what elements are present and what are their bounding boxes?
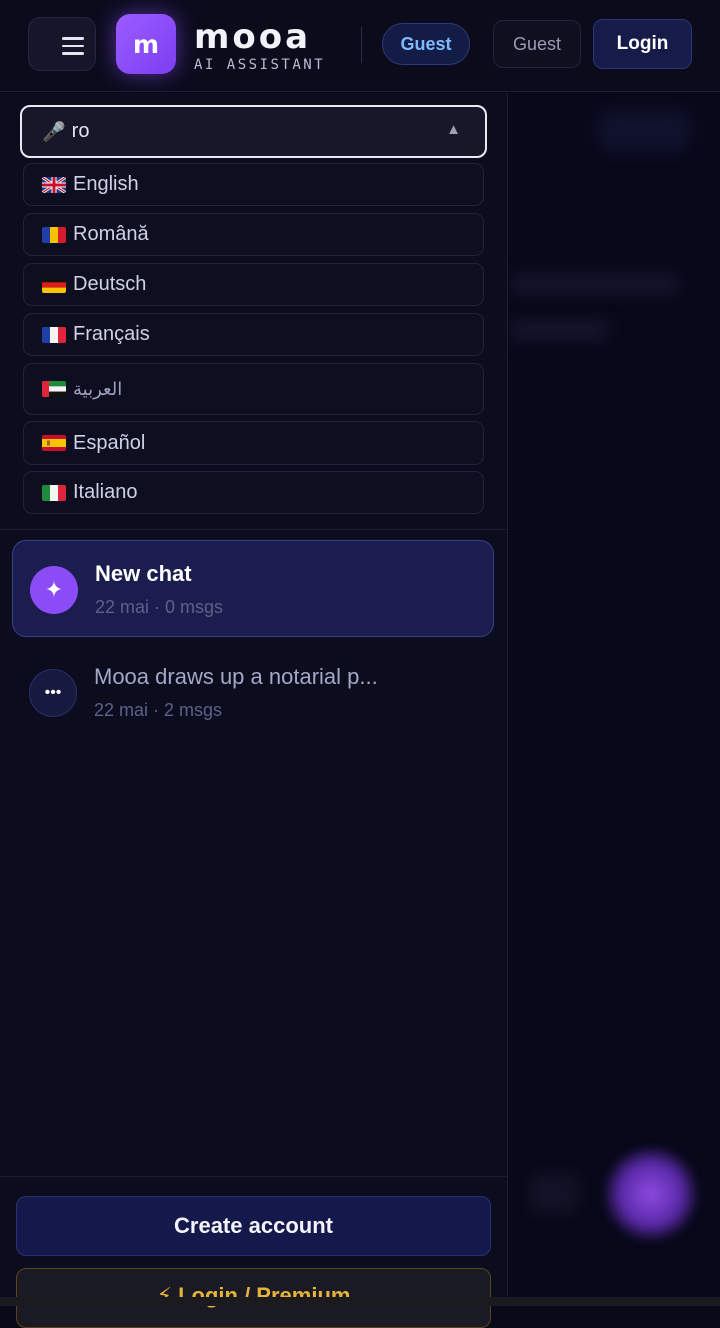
ro-flag-icon xyxy=(42,226,66,243)
language-option-francais[interactable]: Français xyxy=(23,313,484,356)
blurred-text-line xyxy=(509,273,679,295)
logo-letter: m xyxy=(132,29,160,59)
language-option-label: Français xyxy=(73,323,150,345)
uk-flag-icon xyxy=(42,176,66,193)
de-flag-icon xyxy=(42,276,66,293)
it-flag-icon xyxy=(42,484,66,501)
login-button[interactable]: Login xyxy=(593,19,692,69)
sparkle-icon: ✦ xyxy=(30,566,78,614)
app-logo[interactable]: m xyxy=(116,14,176,74)
language-option-deutsch[interactable]: Deutsch xyxy=(23,263,484,306)
chat-item-new-chat[interactable]: ✦ New chat 22 mai · 0 msgs xyxy=(12,540,494,637)
language-option-espanol[interactable]: Español xyxy=(23,421,484,465)
fr-flag-icon xyxy=(42,326,66,343)
brand-name: mooa xyxy=(194,17,312,57)
guest-button[interactable]: Guest xyxy=(493,20,581,68)
chat-title: New chat xyxy=(95,561,192,586)
language-option-label: العربية xyxy=(73,378,123,400)
blurred-element xyxy=(529,1173,579,1213)
hamburger-icon xyxy=(62,37,84,55)
blurred-element xyxy=(599,111,689,151)
language-option-romana[interactable]: Română xyxy=(23,213,484,256)
chat-bubble-icon: ••• xyxy=(29,669,77,717)
language-select-value: ro xyxy=(71,120,90,142)
chat-meta: 22 mai · 2 msgs xyxy=(94,700,223,720)
language-option-label: Español xyxy=(73,431,146,454)
sidebar: 🎤 ro ▲ English Română Deutsch Français ا… xyxy=(0,93,508,1328)
chat-item-notarial[interactable]: ••• Mooa draws up a notarial p... 22 mai… xyxy=(12,644,494,741)
menu-button[interactable] xyxy=(28,17,96,71)
chat-title: Mooa draws up a notarial p... xyxy=(94,664,378,689)
system-bottom-bar xyxy=(0,1297,720,1306)
chevron-up-icon: ▲ xyxy=(446,121,461,138)
chat-meta: 22 mai · 0 msgs xyxy=(95,597,224,617)
main-content-overlay xyxy=(509,93,720,1306)
ae-flag-icon xyxy=(42,381,66,397)
language-option-arabic[interactable]: العربية xyxy=(23,363,484,415)
language-select[interactable]: 🎤 ro ▲ xyxy=(20,105,487,158)
create-account-button[interactable]: Create account xyxy=(16,1196,491,1256)
guest-status-pill: Guest xyxy=(382,23,470,65)
brand-subtitle: AI ASSISTANT xyxy=(194,57,326,73)
sidebar-divider xyxy=(0,529,507,530)
top-header: m mooa AI ASSISTANT Guest Guest Login xyxy=(0,0,720,92)
language-option-label: Italiano xyxy=(73,481,138,503)
language-option-label: Deutsch xyxy=(73,273,147,295)
header-divider xyxy=(361,27,362,63)
sidebar-footer-divider xyxy=(0,1176,507,1177)
assistant-fab-button[interactable] xyxy=(603,1146,699,1242)
language-option-italiano[interactable]: Italiano xyxy=(23,471,484,514)
language-option-label: English xyxy=(73,173,139,195)
language-option-label: Română xyxy=(73,223,149,245)
blurred-text-line xyxy=(509,319,609,341)
language-option-english[interactable]: English xyxy=(23,163,484,206)
es-flag-icon xyxy=(42,435,66,451)
microphone-icon: 🎤 xyxy=(42,121,66,143)
